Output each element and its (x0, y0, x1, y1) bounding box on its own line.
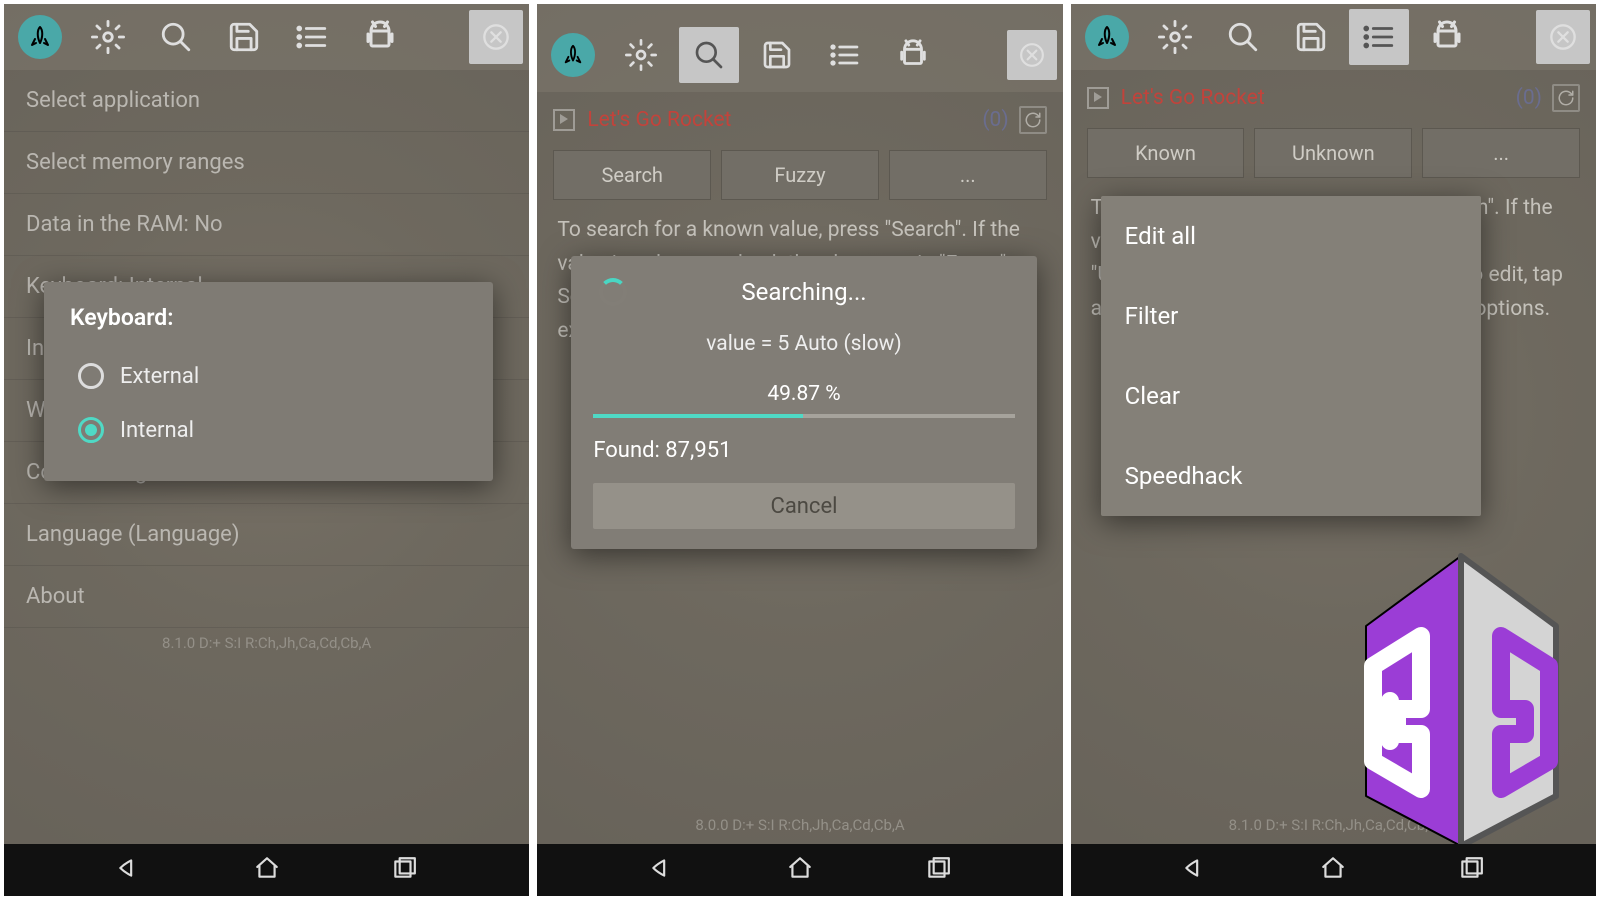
setting-about[interactable]: About (4, 566, 529, 628)
back-icon[interactable] (649, 855, 675, 885)
android-navbar (4, 844, 529, 896)
android-navbar (1071, 844, 1596, 896)
more-button[interactable]: ... (889, 150, 1047, 200)
radio-external[interactable]: External (70, 349, 467, 403)
app-row: Let's Go Rocket (0) (1071, 70, 1596, 122)
phone-screenshot-2: Let's Go Rocket (0) Search Fuzzy ... To … (533, 0, 1066, 900)
setting-memory-ranges[interactable]: Select memory ranges (4, 132, 529, 194)
dialog-title: Keyboard: (70, 304, 467, 331)
close-icon[interactable] (1007, 30, 1057, 80)
result-count: (0) (1516, 86, 1542, 110)
app-title: Let's Go Rocket (1121, 86, 1265, 110)
back-icon[interactable] (116, 855, 142, 885)
gear-icon[interactable] (611, 27, 671, 83)
gear-icon[interactable] (78, 9, 138, 65)
setting-language[interactable]: Language (Language) (4, 504, 529, 566)
keyboard-dialog: Keyboard: External Internal (44, 282, 493, 481)
menu-edit-all[interactable]: Edit all (1101, 196, 1481, 276)
refresh-icon[interactable] (1552, 84, 1580, 112)
android-icon[interactable] (350, 9, 410, 65)
android-icon[interactable] (1417, 9, 1477, 65)
save-icon[interactable] (214, 9, 274, 65)
save-icon[interactable] (747, 27, 807, 83)
close-icon[interactable] (1536, 10, 1590, 64)
refresh-icon[interactable] (1019, 106, 1047, 134)
searching-title: Searching... (593, 278, 1014, 306)
known-button[interactable]: Known (1087, 128, 1245, 178)
cancel-button[interactable]: Cancel (593, 483, 1014, 529)
toolbar (537, 4, 1062, 92)
android-icon[interactable] (883, 27, 943, 83)
fuzzy-button[interactable]: Fuzzy (721, 150, 879, 200)
phone-screenshot-1: Select application Select memory ranges … (0, 0, 533, 900)
radio-internal[interactable]: Internal (70, 403, 467, 457)
gameguardian-logo-icon (1326, 546, 1596, 856)
recents-icon[interactable] (925, 855, 951, 885)
setting-data-ram[interactable]: Data in the RAM: No (4, 194, 529, 256)
search-icon[interactable] (146, 9, 206, 65)
found-label: Found: 87,951 (593, 438, 1014, 463)
home-icon[interactable] (787, 855, 813, 885)
setting-select-application[interactable]: Select application (4, 70, 529, 132)
more-button[interactable]: ... (1422, 128, 1580, 178)
result-count: (0) (982, 108, 1008, 132)
close-icon[interactable] (469, 10, 523, 64)
app-rocket-icon[interactable] (10, 9, 70, 65)
gear-icon[interactable] (1145, 9, 1205, 65)
search-icon[interactable] (679, 27, 739, 83)
searching-subtitle: value = 5 Auto (slow) (593, 332, 1014, 356)
context-menu: Edit all Filter Clear Speedhack (1101, 196, 1481, 516)
radio-external-label: External (120, 364, 199, 389)
phone-screenshot-3: Let's Go Rocket (0) Known Unknown ... To… (1067, 0, 1600, 900)
back-icon[interactable] (1182, 855, 1208, 885)
toolbar (4, 4, 529, 70)
progress-bar (593, 414, 1014, 418)
search-icon[interactable] (1213, 9, 1273, 65)
save-icon[interactable] (1281, 9, 1341, 65)
home-icon[interactable] (1320, 855, 1346, 885)
menu-clear[interactable]: Clear (1101, 356, 1481, 436)
searching-dialog: Searching... value = 5 Auto (slow) 49.87… (571, 256, 1036, 549)
app-title: Let's Go Rocket (587, 108, 731, 132)
version-label: 8.0.0 D:+ S:I R:Ch,Jh,Ca,Cd,Cb,A (537, 810, 1062, 840)
list-icon[interactable] (282, 9, 342, 65)
unknown-button[interactable]: Unknown (1254, 128, 1412, 178)
play-icon[interactable] (1087, 87, 1109, 109)
recents-icon[interactable] (1458, 855, 1484, 885)
radio-internal-label: Internal (120, 418, 194, 443)
list-icon[interactable] (815, 27, 875, 83)
list-icon[interactable] (1349, 9, 1409, 65)
app-row: Let's Go Rocket (0) (537, 92, 1062, 144)
android-navbar (537, 844, 1062, 896)
play-icon[interactable] (553, 109, 575, 131)
app-rocket-icon[interactable] (543, 27, 603, 83)
menu-filter[interactable]: Filter (1101, 276, 1481, 356)
search-button[interactable]: Search (553, 150, 711, 200)
version-label: 8.1.0 D:+ S:I R:Ch,Jh,Ca,Cd,Cb,A (4, 628, 529, 658)
app-rocket-icon[interactable] (1077, 9, 1137, 65)
recents-icon[interactable] (391, 855, 417, 885)
menu-speedhack[interactable]: Speedhack (1101, 436, 1481, 516)
searching-percent: 49.87 % (593, 382, 1014, 406)
home-icon[interactable] (254, 855, 280, 885)
toolbar (1071, 4, 1596, 70)
